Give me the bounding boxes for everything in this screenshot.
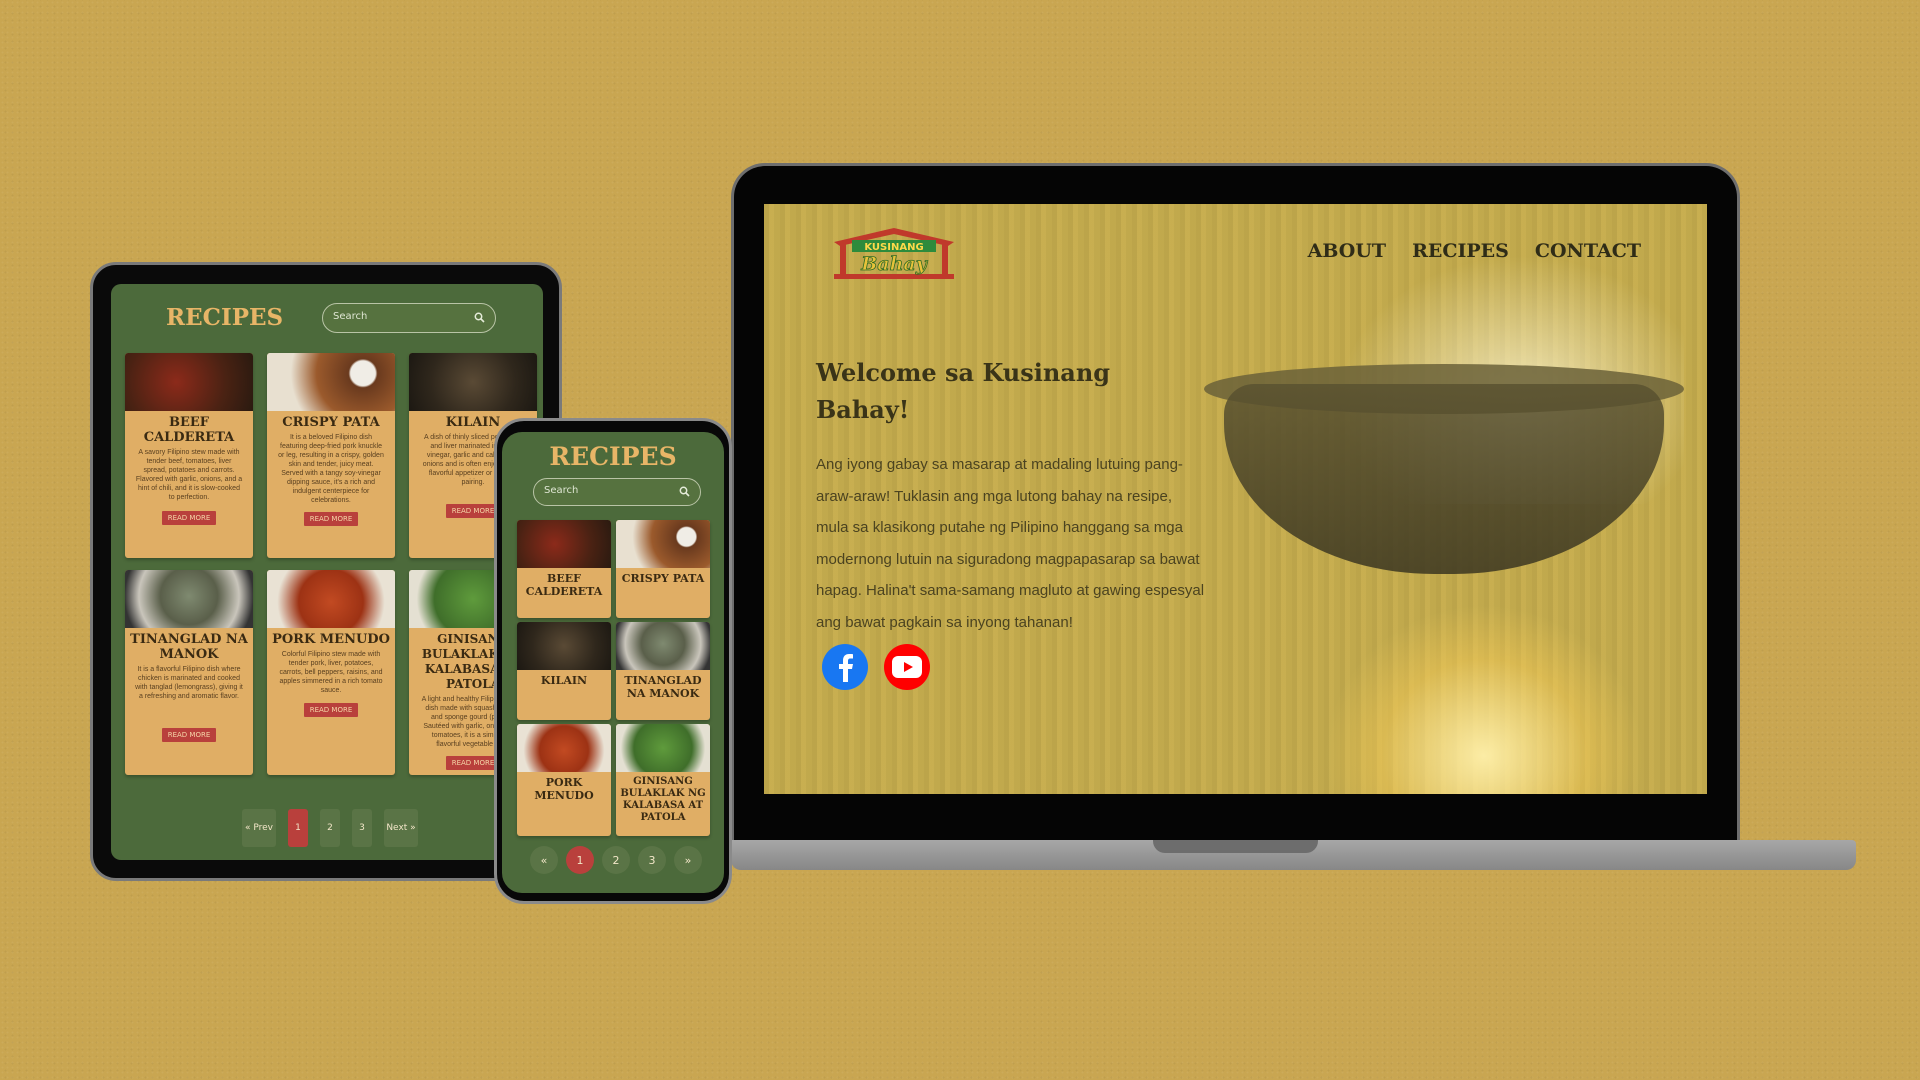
recipe-image	[517, 520, 611, 568]
recipe-card[interactable]: KILAIN	[517, 622, 611, 720]
read-more-button[interactable]: READ MORE	[303, 703, 359, 717]
recipe-description: Colorful Filipino stew made with tender …	[279, 651, 383, 694]
fire-image	[1324, 604, 1644, 794]
recipe-image	[616, 622, 710, 670]
svg-text:Bahay: Bahay	[860, 253, 928, 275]
main-nav: ABOUT RECIPES CONTACT	[1308, 240, 1641, 262]
recipe-name: PORK MENUDO	[272, 632, 390, 647]
recipe-card[interactable]: GINISANG BULAKLAK NG KALABASA AT PATOLA	[616, 724, 710, 836]
search-icon[interactable]	[474, 312, 485, 326]
recipe-image	[125, 570, 253, 628]
nav-contact[interactable]: CONTACT	[1535, 240, 1641, 262]
recipe-name: CRISPY PATA	[282, 415, 380, 430]
recipe-card[interactable]: TINANGLAD NA MANOK It is a flavorful Fil…	[125, 570, 253, 775]
svg-text:KUSINANG: KUSINANG	[864, 242, 923, 253]
tablet-screen: RECIPES Search BEEF CALDERETA A savory F…	[111, 284, 543, 860]
phone-screen: RECIPES Search BEEF CALDERETA CRISPY PAT…	[502, 432, 724, 893]
recipe-image	[517, 622, 611, 670]
recipe-card[interactable]: CRISPY PATA It is a beloved Filipino dis…	[267, 353, 395, 558]
laptop-screen: KUSINANG Bahay ABOUT RECIPES CONTACT Wel…	[764, 204, 1707, 794]
recipe-image	[409, 353, 537, 411]
page-1-button[interactable]: 1	[566, 846, 594, 874]
recipe-name: KILAIN	[540, 674, 588, 687]
read-more-button[interactable]: READ MORE	[445, 756, 501, 770]
recipe-card[interactable]: PORK MENUDO	[517, 724, 611, 836]
recipes-title: RECIPES	[166, 304, 284, 331]
recipe-image	[616, 724, 710, 772]
recipe-card[interactable]: BEEF CALDERETA A savory Filipino stew ma…	[125, 353, 253, 558]
recipe-image	[125, 353, 253, 411]
laptop-notch	[1153, 840, 1318, 853]
pagination: « Prev 1 2 3 Next »	[242, 809, 418, 847]
recipe-description: It is a beloved Filipino dish featuring …	[278, 434, 384, 504]
search-input[interactable]: Search	[533, 478, 701, 506]
recipes-title: RECIPES	[549, 442, 677, 471]
recipe-image	[616, 520, 710, 568]
recipe-name: GINISANG BULAKLAK NG KALABASA AT PATOLA	[620, 776, 706, 823]
page-2-button[interactable]: 2	[320, 809, 340, 847]
page-2-button[interactable]: 2	[602, 846, 630, 874]
page-1-button[interactable]: 1	[288, 809, 308, 847]
pagination: « 1 2 3 »	[530, 846, 702, 874]
recipe-name: TINANGLAD NA MANOK	[130, 632, 248, 662]
youtube-icon[interactable]	[884, 644, 930, 690]
next-button[interactable]: Next »	[384, 809, 418, 847]
read-more-button[interactable]: READ MORE	[303, 512, 359, 526]
next-button[interactable]: »	[674, 846, 702, 874]
hero-text: Ang iyong gabay sa masarap at madaling l…	[816, 456, 1205, 631]
nav-recipes[interactable]: RECIPES	[1412, 240, 1509, 262]
read-more-button[interactable]: READ MORE	[445, 504, 501, 518]
prev-button[interactable]: « Prev	[242, 809, 276, 847]
recipe-name: PORK MENUDO	[534, 776, 594, 802]
read-more-button[interactable]: READ MORE	[161, 511, 217, 525]
recipe-name: BEEF CALDERETA	[143, 415, 235, 445]
recipe-name: BEEF CALDERETA	[525, 572, 603, 598]
recipe-description: A savory Filipino stew made with tender …	[135, 449, 243, 501]
nav-about[interactable]: ABOUT	[1308, 240, 1386, 262]
recipe-card[interactable]: PORK MENUDO Colorful Filipino stew made …	[267, 570, 395, 775]
search-icon[interactable]	[679, 486, 690, 500]
recipe-card[interactable]: TINANGLAD NA MANOK	[616, 622, 710, 720]
recipe-name: TINANGLAD NA MANOK	[624, 674, 702, 700]
prev-button[interactable]: «	[530, 846, 558, 874]
recipe-description: It is a flavorful Filipino dish where ch…	[135, 666, 243, 700]
social-links	[822, 644, 930, 690]
search-placeholder: Search	[544, 485, 579, 496]
search-placeholder: Search	[333, 311, 368, 322]
recipe-image	[267, 353, 395, 411]
read-more-button[interactable]: READ MORE	[161, 728, 217, 742]
recipe-card[interactable]: BEEF CALDERETA	[517, 520, 611, 618]
recipe-image	[267, 570, 395, 628]
facebook-icon[interactable]	[822, 644, 868, 690]
search-input[interactable]: Search	[322, 303, 496, 333]
recipe-card[interactable]: CRISPY PATA	[616, 520, 710, 618]
page-3-button[interactable]: 3	[638, 846, 666, 874]
hero-title: Welcome sa Kusinang Bahay!	[816, 358, 1111, 424]
recipe-name: CRISPY PATA	[621, 572, 705, 585]
page-3-button[interactable]: 3	[352, 809, 372, 847]
recipe-image	[517, 724, 611, 772]
site-logo[interactable]: KUSINANG Bahay	[830, 224, 958, 282]
cooking-pot-image	[1224, 384, 1664, 574]
